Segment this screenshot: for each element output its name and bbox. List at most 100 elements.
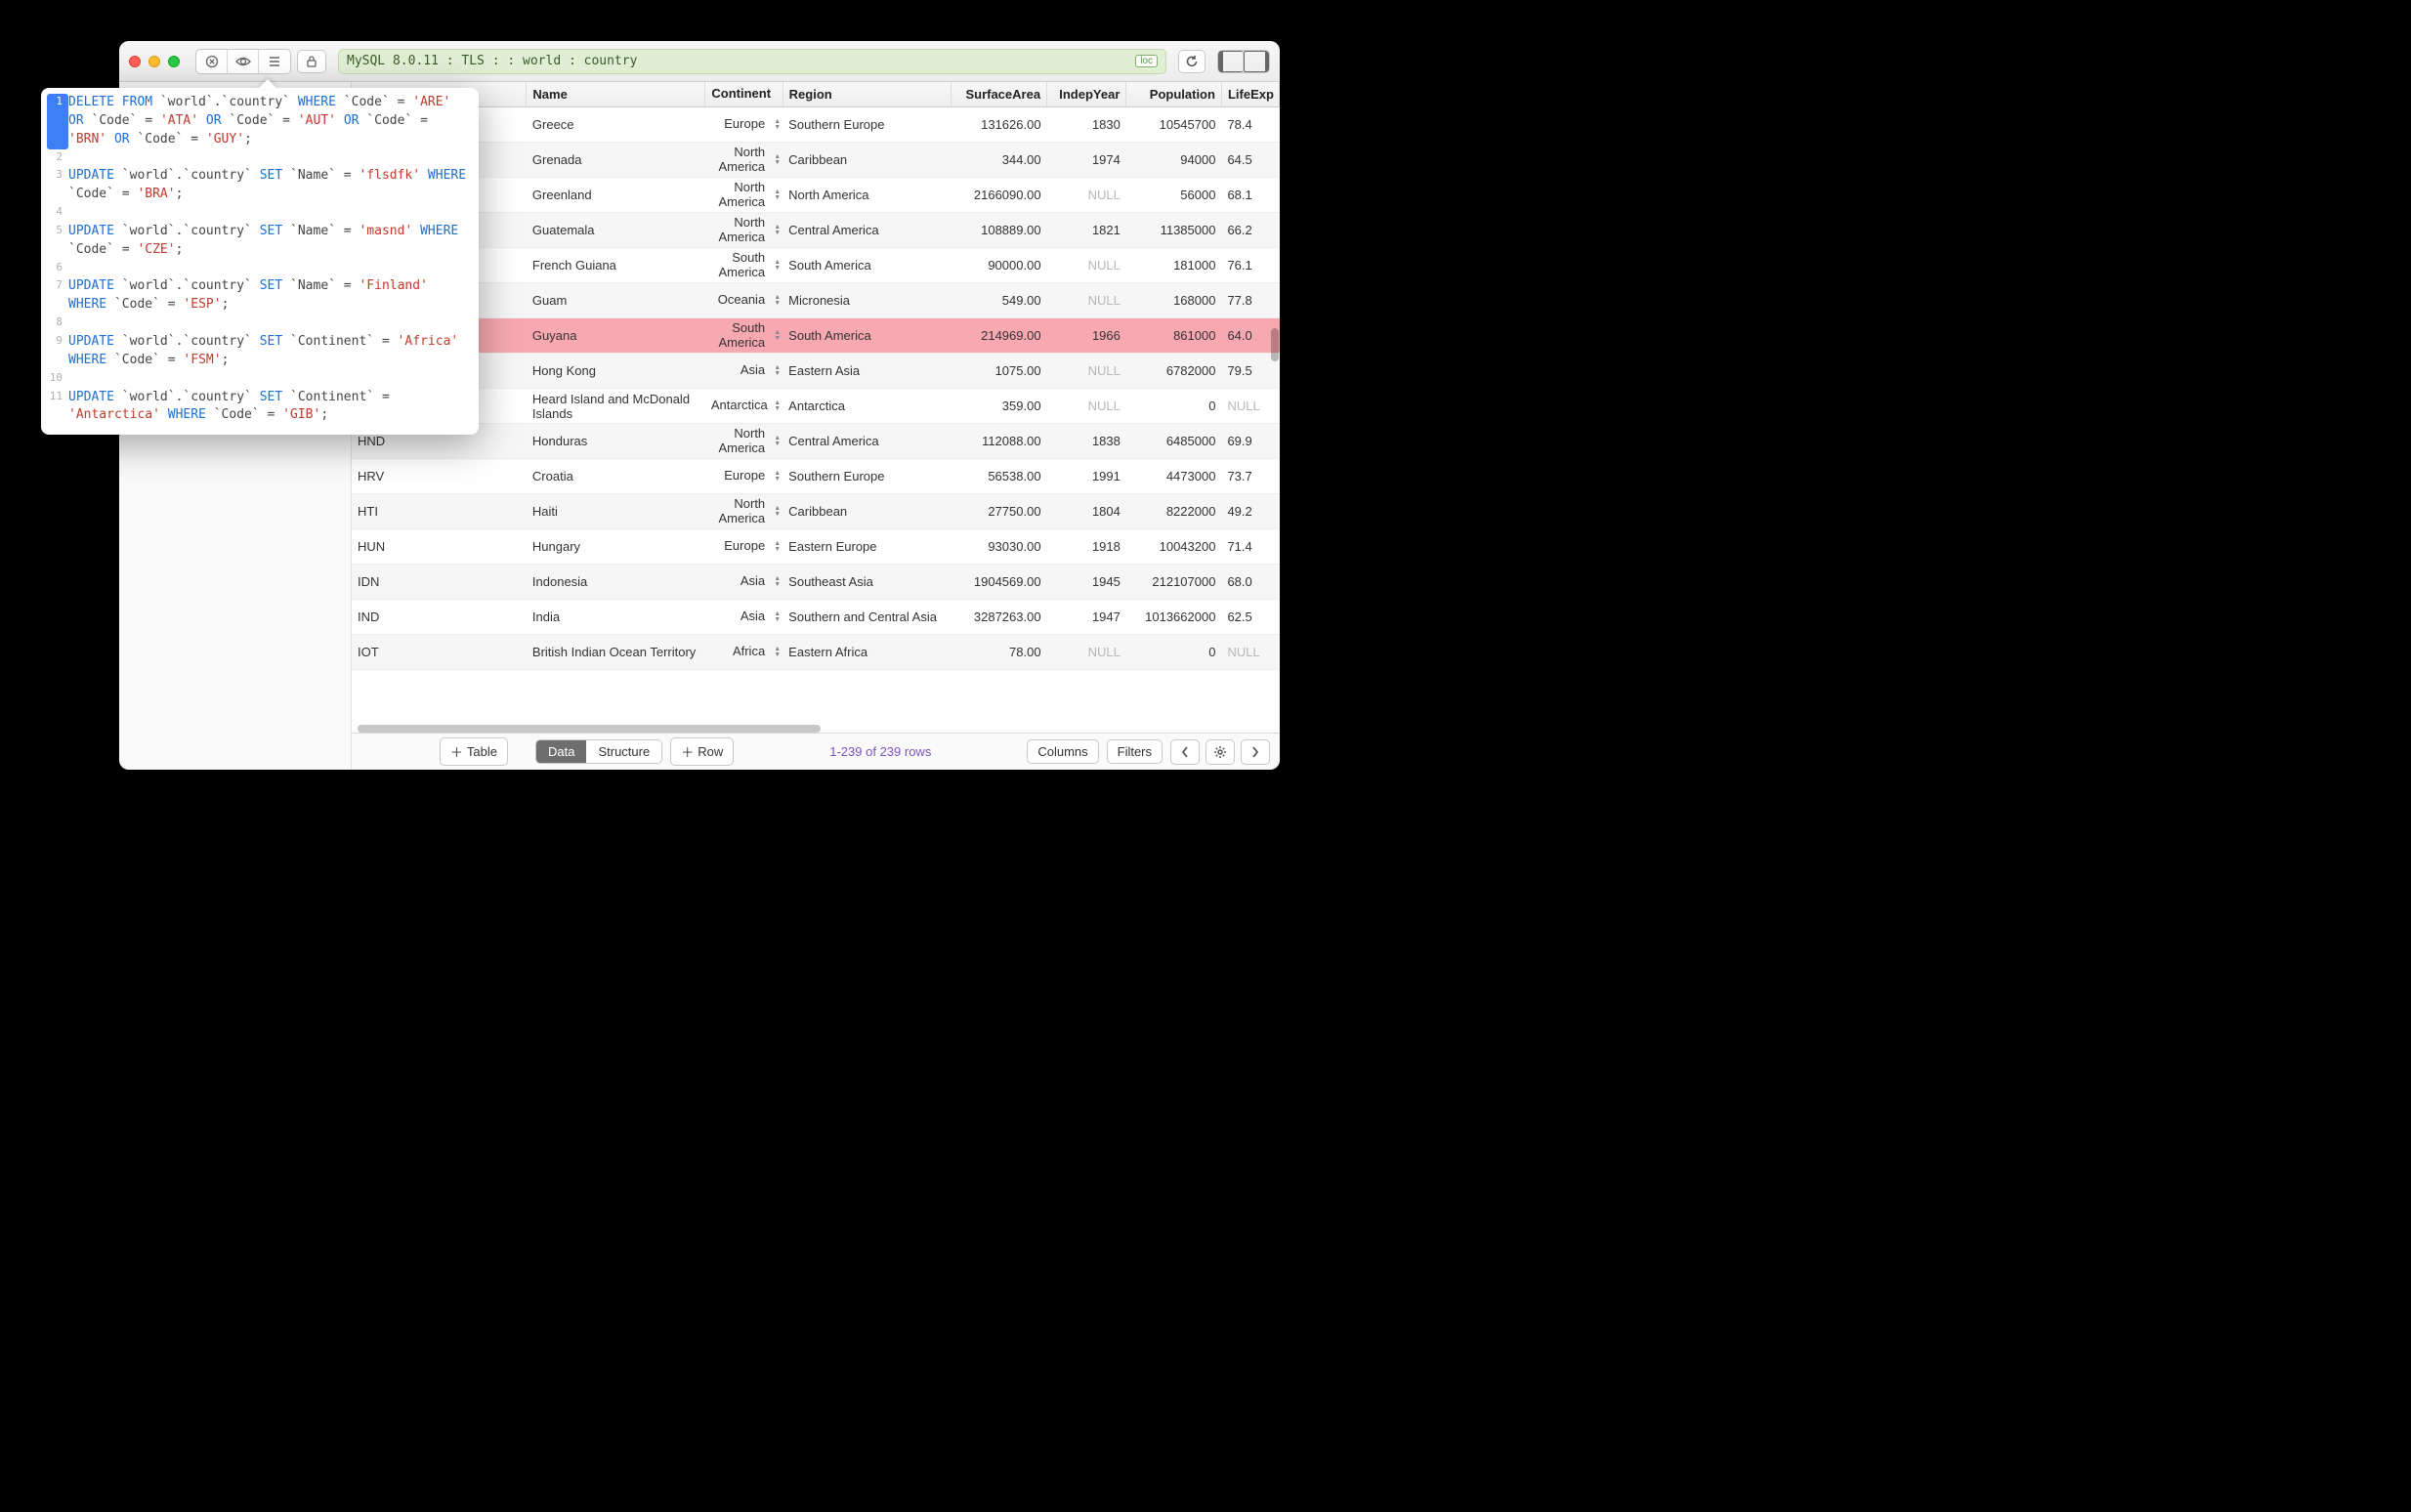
stepper-icon[interactable]: ▲▼	[774, 189, 781, 201]
table-cell[interactable]: 0	[1126, 389, 1222, 424]
table-row[interactable]: INDIndiaAsia▲▼Southern and Central Asia3…	[352, 600, 1280, 635]
table-cell[interactable]: Asia▲▼	[705, 354, 783, 389]
preview-button[interactable]	[228, 50, 259, 73]
sql-code[interactable]: UPDATE `world`.`country` SET `Name` = 'F…	[68, 277, 473, 315]
table-cell[interactable]: 56000	[1126, 178, 1222, 213]
table-cell[interactable]: 549.00	[952, 283, 1047, 318]
vertical-scrollbar[interactable]	[1271, 328, 1279, 361]
add-row-button[interactable]: ＋Row	[670, 737, 734, 766]
table-cell[interactable]: Eastern Europe	[783, 529, 952, 565]
table-cell[interactable]: Greenland	[527, 178, 705, 213]
settings-button[interactable]	[1206, 739, 1235, 765]
table-cell[interactable]: 1075.00	[952, 354, 1047, 389]
table-cell[interactable]: NULL	[1221, 635, 1279, 670]
table-cell[interactable]: 1013662000	[1126, 600, 1222, 635]
sql-code[interactable]: UPDATE `world`.`country` SET `Name` = 'f…	[68, 167, 473, 204]
table-cell[interactable]: North America▲▼	[705, 494, 783, 529]
close-icon[interactable]	[129, 56, 141, 67]
stepper-icon[interactable]: ▲▼	[774, 119, 781, 131]
table-cell[interactable]: Guam	[527, 283, 705, 318]
prev-button[interactable]	[1170, 739, 1200, 765]
table-cell[interactable]: 1974	[1047, 143, 1126, 178]
table-cell[interactable]: Heard Island and McDonald Islands	[527, 389, 705, 424]
table-cell[interactable]: Guatemala	[527, 213, 705, 248]
table-cell[interactable]: Asia▲▼	[705, 600, 783, 635]
table-cell[interactable]: Asia▲▼	[705, 565, 783, 600]
table-cell[interactable]: 8222000	[1126, 494, 1222, 529]
table-cell[interactable]: Oceania▲▼	[705, 283, 783, 318]
table-cell[interactable]: Eastern Asia	[783, 354, 952, 389]
table-cell[interactable]: 66.2	[1221, 213, 1279, 248]
table-cell[interactable]: 73.7	[1221, 459, 1279, 494]
table-cell[interactable]: 77.8	[1221, 283, 1279, 318]
table-cell[interactable]: 168000	[1126, 283, 1222, 318]
table-cell[interactable]: Africa▲▼	[705, 635, 783, 670]
table-cell[interactable]: Eastern Africa	[783, 635, 952, 670]
table-cell[interactable]: 6485000	[1126, 424, 1222, 459]
column-header[interactable]: Population	[1126, 82, 1222, 107]
table-cell[interactable]: Hong Kong	[527, 354, 705, 389]
stepper-icon[interactable]: ▲▼	[774, 225, 781, 236]
table-row[interactable]: GreenlandNorth America▲▼North America216…	[352, 178, 1280, 213]
table-cell[interactable]: South America▲▼	[705, 248, 783, 283]
table-cell[interactable]: NULL	[1047, 283, 1126, 318]
table-cell[interactable]: Greece	[527, 107, 705, 143]
table-cell[interactable]: Caribbean	[783, 494, 952, 529]
stepper-icon[interactable]: ▲▼	[774, 295, 781, 307]
sql-code[interactable]: UPDATE `world`.`country` SET `Continent`…	[68, 333, 473, 370]
table-cell[interactable]: Europe▲▼	[705, 107, 783, 143]
table-cell[interactable]: HUN	[352, 529, 527, 565]
table-cell[interactable]: Central America	[783, 424, 952, 459]
table-cell[interactable]: 64.5	[1221, 143, 1279, 178]
sql-code[interactable]	[68, 370, 473, 389]
table-cell[interactable]: NULL	[1047, 635, 1126, 670]
column-header[interactable]: SurfaceArea	[952, 82, 1047, 107]
table-cell[interactable]: 49.2	[1221, 494, 1279, 529]
add-table-button[interactable]: ＋Table	[440, 737, 508, 766]
table-cell[interactable]: Grenada	[527, 143, 705, 178]
table-cell[interactable]: IOT	[352, 635, 527, 670]
table-cell[interactable]: 78.4	[1221, 107, 1279, 143]
table-row[interactable]: IOTBritish Indian Ocean TerritoryAfrica▲…	[352, 635, 1280, 670]
stepper-icon[interactable]: ▲▼	[774, 576, 781, 588]
horizontal-scrollbar[interactable]	[358, 725, 821, 733]
table-cell[interactable]: 76.1	[1221, 248, 1279, 283]
table-cell[interactable]: 56538.00	[952, 459, 1047, 494]
table-row[interactable]: HUNHungaryEurope▲▼Eastern Europe93030.00…	[352, 529, 1280, 565]
table-cell[interactable]: Honduras	[527, 424, 705, 459]
table-cell[interactable]: Micronesia	[783, 283, 952, 318]
list-button[interactable]	[259, 50, 290, 73]
column-header[interactable]: Continent	[705, 82, 783, 107]
stepper-icon[interactable]: ▲▼	[774, 365, 781, 377]
sql-code[interactable]: DELETE FROM `world`.`country` WHERE `Cod…	[68, 94, 473, 149]
table-cell[interactable]: HTI	[352, 494, 527, 529]
filters-button[interactable]: Filters	[1107, 739, 1163, 764]
table-cell[interactable]: 27750.00	[952, 494, 1047, 529]
table-cell[interactable]: 1821	[1047, 213, 1126, 248]
stepper-icon[interactable]: ▲▼	[774, 541, 781, 553]
table-cell[interactable]: Antarctica▲▼	[705, 389, 783, 424]
table-row[interactable]: GuyanaSouth America▲▼South America214969…	[352, 318, 1280, 354]
table-cell[interactable]: 93030.00	[952, 529, 1047, 565]
maximize-icon[interactable]	[168, 56, 180, 67]
table-cell[interactable]: 1945	[1047, 565, 1126, 600]
table-cell[interactable]: 0	[1126, 635, 1222, 670]
table-cell[interactable]: Caribbean	[783, 143, 952, 178]
table-cell[interactable]: 71.4	[1221, 529, 1279, 565]
reload-button[interactable]	[1178, 50, 1206, 73]
table-cell[interactable]: NULL	[1047, 178, 1126, 213]
table-cell[interactable]: 181000	[1126, 248, 1222, 283]
table-cell[interactable]: South America	[783, 318, 952, 354]
table-cell[interactable]: 112088.00	[952, 424, 1047, 459]
stepper-icon[interactable]: ▲▼	[774, 506, 781, 518]
table-cell[interactable]: NULL	[1047, 354, 1126, 389]
table-row[interactable]: GrenadaNorth America▲▼Caribbean344.00197…	[352, 143, 1280, 178]
table-cell[interactable]: 68.1	[1221, 178, 1279, 213]
sql-code[interactable]: UPDATE `world`.`country` SET `Continent`…	[68, 389, 473, 426]
table-cell[interactable]: Antarctica	[783, 389, 952, 424]
table-row[interactable]: GuatemalaNorth America▲▼Central America1…	[352, 213, 1280, 248]
table-cell[interactable]: Indonesia	[527, 565, 705, 600]
table-cell[interactable]: NULL	[1047, 389, 1126, 424]
table-cell[interactable]: Haiti	[527, 494, 705, 529]
stepper-icon[interactable]: ▲▼	[774, 400, 781, 412]
